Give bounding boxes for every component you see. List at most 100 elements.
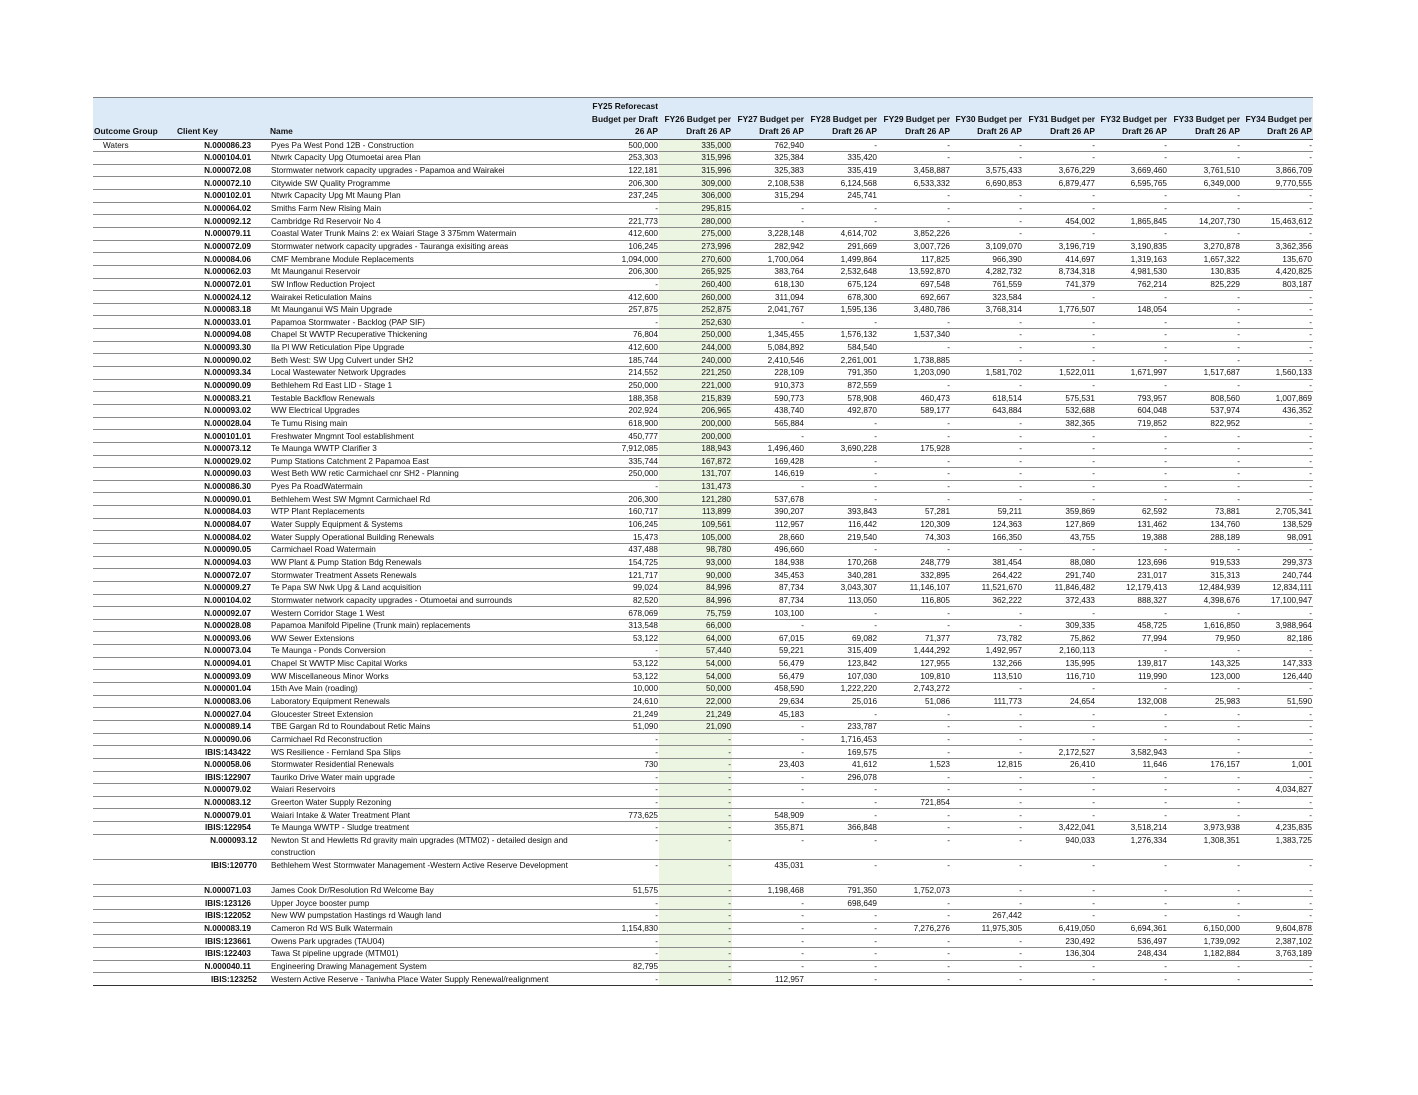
cell-fy34[interactable]: - <box>1241 720 1313 734</box>
cell-fy27[interactable]: 315,294 <box>732 189 805 203</box>
cell-fy32[interactable]: 3,582,943 <box>1096 745 1168 759</box>
cell-fy29[interactable]: - <box>878 834 951 860</box>
cell-client-key[interactable]: N.000072.10 <box>171 176 269 191</box>
cell-fy27[interactable]: 5,084,892 <box>732 341 805 355</box>
cell-client-key[interactable]: N.000073.04 <box>171 644 269 658</box>
cell-fy30[interactable]: - <box>951 543 1023 557</box>
cell-fy26[interactable]: - <box>659 745 732 759</box>
table-row[interactable]: N.000001.04 15th Ave Main (roading) 10,000… <box>93 682 1313 696</box>
cell-fy28[interactable]: - <box>805 467 878 481</box>
cell-fy25[interactable]: 678,069 <box>587 606 659 620</box>
table-row[interactable]: N.000104.02 Stormwater network capacity u… <box>93 594 1313 608</box>
cell-fy34[interactable]: 3,988,964 <box>1241 619 1313 633</box>
cell-fy25[interactable]: 53,122 <box>587 631 659 646</box>
cell-client-key[interactable]: N.000104.02 <box>171 594 269 608</box>
cell-name[interactable]: Testable Backflow Renewals <box>269 391 587 405</box>
cell-outcome-group[interactable] <box>93 884 171 898</box>
cell-fy29[interactable]: - <box>878 492 951 507</box>
cell-fy29[interactable]: - <box>878 783 951 797</box>
table-row[interactable]: N.000093.12 Newton St and Hewletts Rd gra… <box>93 834 1313 860</box>
cell-fy26[interactable]: 98,780 <box>659 543 732 557</box>
cell-fy31[interactable]: 136,304 <box>1023 947 1096 961</box>
cell-fy34[interactable]: - <box>1241 745 1313 759</box>
cell-fy31[interactable]: 6,419,050 <box>1023 922 1096 936</box>
cell-fy28[interactable]: 69,082 <box>805 631 878 646</box>
cell-fy25[interactable]: 250,000 <box>587 379 659 393</box>
cell-fy31[interactable]: - <box>1023 606 1096 620</box>
cell-fy26[interactable]: 22,000 <box>659 695 732 709</box>
cell-client-key[interactable]: IBIS:122052 <box>171 909 269 923</box>
cell-fy32[interactable]: 1,319,163 <box>1096 252 1168 266</box>
cell-fy25[interactable]: 51,090 <box>587 720 659 734</box>
cell-fy32[interactable]: 248,434 <box>1096 947 1168 961</box>
cell-client-key[interactable]: N.000027.04 <box>171 707 269 721</box>
cell-fy29[interactable]: - <box>878 341 951 355</box>
cell-name[interactable]: Pyes Pa RoadWatermain <box>269 480 587 494</box>
table-row[interactable]: N.000090.05 Carmichael Road Watermain 437,… <box>93 543 1313 557</box>
table-row[interactable]: Waters N.000086.23 Pyes Pa West Pond 12B -… <box>93 139 1313 153</box>
cell-fy32[interactable]: 536,497 <box>1096 934 1168 948</box>
cell-fy33[interactable]: - <box>1168 341 1241 355</box>
cell-name[interactable]: Pump Stations Catchment 2 Papamoa East <box>269 455 587 469</box>
cell-fy33[interactable]: 1,657,322 <box>1168 252 1241 266</box>
cell-name[interactable]: Bethlehem Rd East LID - Stage 1 <box>269 379 587 393</box>
cell-fy33[interactable]: - <box>1168 189 1241 203</box>
cell-fy28[interactable]: - <box>805 543 878 557</box>
cell-fy27[interactable]: - <box>732 960 805 974</box>
cell-outcome-group[interactable] <box>93 745 171 759</box>
cell-fy29[interactable]: - <box>878 771 951 785</box>
cell-fy32[interactable]: 1,865,845 <box>1096 214 1168 228</box>
cell-outcome-group[interactable] <box>93 404 171 418</box>
cell-fy26[interactable]: 50,000 <box>659 682 732 696</box>
cell-fy25[interactable]: 437,488 <box>587 543 659 557</box>
cell-fy34[interactable]: 9,770,555 <box>1241 176 1313 191</box>
cell-fy25[interactable]: - <box>587 278 659 292</box>
cell-fy26[interactable]: - <box>659 909 732 923</box>
cell-fy26[interactable]: - <box>659 884 732 898</box>
cell-fy33[interactable]: - <box>1168 492 1241 507</box>
cell-fy25[interactable]: - <box>587 783 659 797</box>
cell-fy31[interactable]: 2,160,113 <box>1023 644 1096 658</box>
cell-fy26[interactable]: 309,000 <box>659 176 732 191</box>
cell-fy33[interactable]: 143,325 <box>1168 657 1241 671</box>
cell-fy32[interactable]: 139,817 <box>1096 657 1168 671</box>
cell-fy25[interactable]: 335,744 <box>587 455 659 469</box>
cell-outcome-group[interactable] <box>93 328 171 342</box>
cell-fy25[interactable]: - <box>587 896 659 911</box>
cell-fy34[interactable]: - <box>1241 808 1313 823</box>
cell-fy34[interactable]: - <box>1241 859 1313 885</box>
cell-fy32[interactable]: - <box>1096 429 1168 443</box>
cell-fy25[interactable]: 106,245 <box>587 240 659 254</box>
cell-fy25[interactable]: 51,575 <box>587 884 659 898</box>
cell-name[interactable]: WW Plant & Pump Station Bdg Renewals <box>269 556 587 570</box>
cell-fy25[interactable]: - <box>587 821 659 835</box>
cell-fy28[interactable]: 1,716,453 <box>805 733 878 747</box>
cell-client-key[interactable]: N.000028.08 <box>171 619 269 633</box>
cell-fy27[interactable]: - <box>732 771 805 785</box>
cell-fy31[interactable]: - <box>1023 189 1096 203</box>
cell-fy27[interactable]: 438,740 <box>732 404 805 418</box>
cell-fy30[interactable]: 381,454 <box>951 556 1023 570</box>
cell-fy30[interactable]: 124,363 <box>951 518 1023 532</box>
cell-fy34[interactable]: 2,387,102 <box>1241 934 1313 948</box>
cell-fy25[interactable]: - <box>587 947 659 961</box>
cell-fy28[interactable]: 678,300 <box>805 290 878 304</box>
table-row[interactable]: N.000093.30 Ila Pl WW Reticulation Pipe U… <box>93 341 1313 355</box>
cell-fy26[interactable]: - <box>659 960 732 974</box>
cell-fy31[interactable]: - <box>1023 315 1096 330</box>
cell-fy34[interactable]: 17,100,947 <box>1241 594 1313 608</box>
cell-outcome-group[interactable] <box>93 492 171 507</box>
cell-fy31[interactable]: - <box>1023 429 1096 443</box>
cell-fy25[interactable]: - <box>587 934 659 948</box>
cell-fy26[interactable]: 240,000 <box>659 353 732 368</box>
cell-fy25[interactable]: - <box>587 733 659 747</box>
cell-fy25[interactable]: - <box>587 859 659 885</box>
cell-outcome-group[interactable] <box>93 505 171 519</box>
cell-name[interactable]: TBE Gargan Rd to Roundabout Retic Mains <box>269 720 587 734</box>
table-row[interactable]: N.000083.06 Laboratory Equipment Renewals… <box>93 695 1313 709</box>
cell-fy29[interactable]: - <box>878 859 951 885</box>
cell-fy30[interactable]: 3,768,314 <box>951 303 1023 317</box>
cell-fy32[interactable]: - <box>1096 896 1168 911</box>
cell-fy32[interactable]: 719,852 <box>1096 417 1168 431</box>
cell-fy27[interactable]: 325,384 <box>732 151 805 165</box>
